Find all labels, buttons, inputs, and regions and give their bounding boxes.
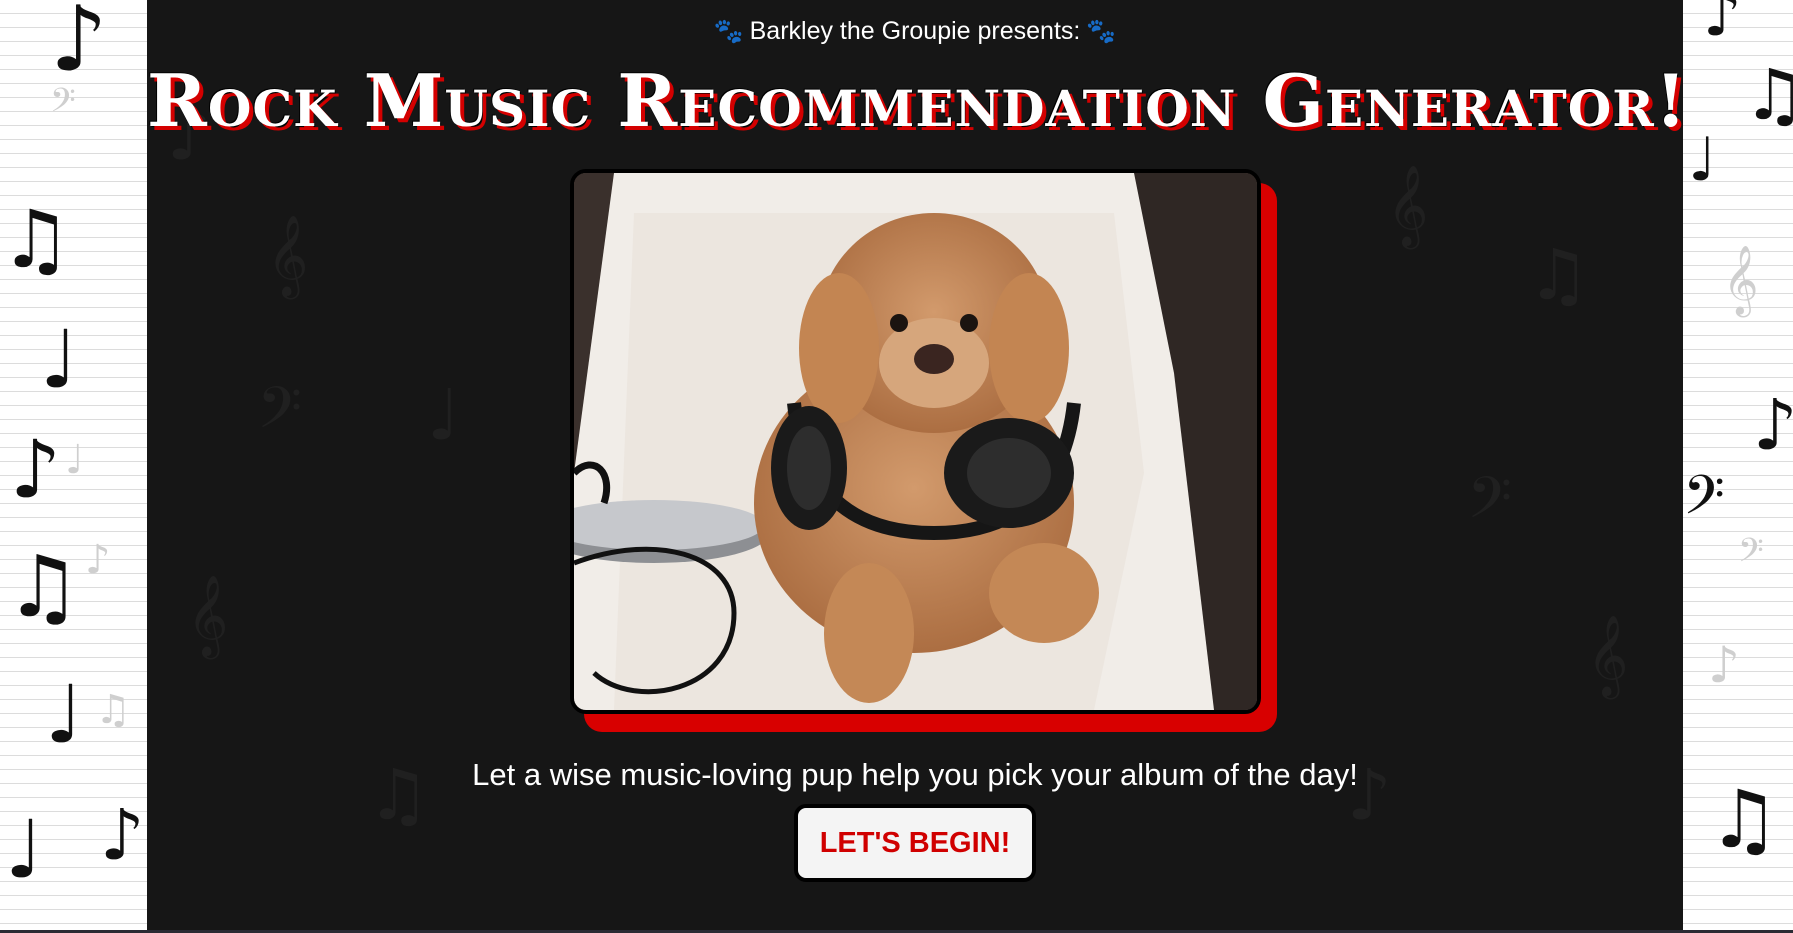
beamed-notes-icon: ♫ [1743, 54, 1793, 136]
beamed-notes-icon: ♫ [95, 687, 131, 733]
eighth-note-icon: ♪ [85, 537, 111, 583]
treble-clef-icon: 𝄞 [1723, 245, 1759, 315]
beamed-notes-icon: ♫ [5, 538, 82, 637]
bass-clef-icon: 𝄢 [50, 82, 76, 128]
paw-icon: 🐾 [1086, 18, 1117, 45]
quarter-note-icon: ♩ [40, 313, 78, 406]
quarter-note-icon: ♩ [5, 803, 43, 896]
eighth-note-icon: ♪ [10, 423, 62, 516]
background-note-icon: 𝄞 [1587, 614, 1629, 696]
main-panel: ♪ 𝄞 𝄢 ♩ 𝄞 ♫ 𝄞 ♫ 𝄢 𝄞 ♪ 🐾 Barkley the Group… [147, 0, 1683, 930]
background-note-icon: 𝄞 [187, 574, 229, 656]
background-note-icon: ♫ [1527, 234, 1590, 316]
music-sheet-background-left: ♪ 𝄢 ♫ ♩ ♪ ♩ ♫ ♪ ♩ ♫ ♩ ♪ [0, 0, 147, 933]
music-sheet-background-right: ♪ ♫ ♩ 𝄞 ♪ 𝄢 𝄢 ♪ ♫ [1683, 0, 1793, 933]
hero-photo [570, 169, 1261, 714]
quarter-note-icon: ♩ [65, 437, 84, 483]
quarter-note-icon: ♩ [1688, 125, 1717, 195]
background-note-icon: 𝄞 [267, 214, 309, 296]
presents-text: Barkley the Groupie presents: [749, 17, 1081, 45]
paw-icon: 🐾 [713, 18, 744, 45]
poodle-with-headphones-image [574, 173, 1257, 710]
eighth-note-icon: ♪ [1753, 384, 1793, 466]
eighth-note-icon: ♪ [1703, 0, 1742, 50]
page-title: Rock Music Recommendation Generator! [147, 58, 1683, 143]
presents-line: 🐾 Barkley the Groupie presents: 🐾 [147, 17, 1683, 46]
background-note-icon: ♩ [427, 374, 461, 456]
background-note-icon: 𝄢 [257, 374, 303, 456]
bass-clef-icon: 𝄢 [1738, 532, 1764, 578]
bass-clef-icon: 𝄢 [1683, 465, 1725, 540]
eighth-note-icon: ♪ [50, 0, 108, 92]
beamed-notes-icon: ♫ [0, 193, 72, 286]
background-note-icon: 𝄞 [1387, 164, 1429, 246]
eighth-note-icon: ♪ [1708, 636, 1740, 694]
eighth-note-icon: ♪ [100, 794, 145, 876]
quarter-note-icon: ♩ [45, 668, 83, 761]
lets-begin-button[interactable]: LET'S BEGIN! [794, 804, 1036, 882]
background-note-icon: 𝄢 [1467, 464, 1513, 546]
tagline-text: Let a wise music-loving pup help you pic… [472, 757, 1358, 792]
beamed-notes-icon: ♫ [1708, 773, 1780, 866]
